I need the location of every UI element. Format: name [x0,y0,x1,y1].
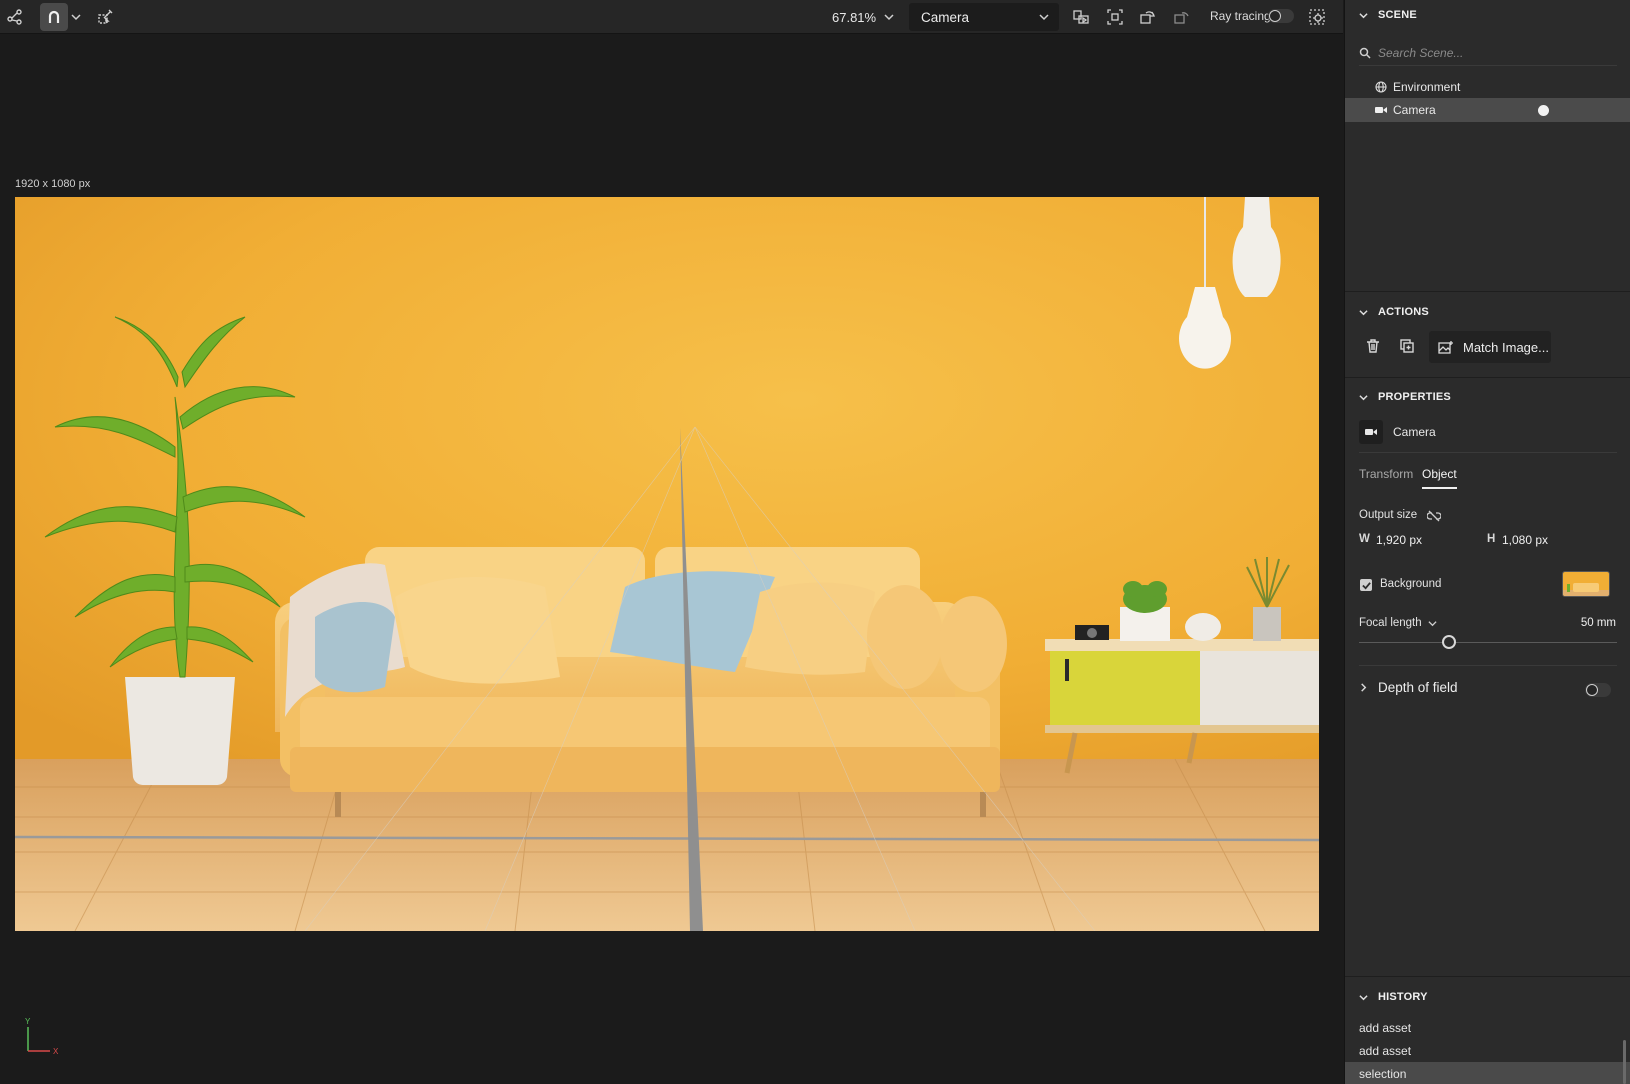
chevron-down-icon [884,14,894,21]
chevron-right-icon [1361,683,1367,692]
zoom-dropdown[interactable]: 67.81% [822,4,900,30]
zoom-value: 67.81% [832,9,877,25]
camera-select[interactable]: Camera [909,3,1059,31]
scene-item-environment[interactable]: Environment [1345,75,1630,99]
chevron-down-icon [1359,12,1368,18]
globe-icon [1375,81,1387,93]
match-image-button[interactable]: Match Image... [1429,331,1551,363]
magic-select-icon[interactable] [92,3,118,31]
focal-length-slider-handle[interactable] [1442,635,1457,649]
output-size-label: Output size [1359,509,1418,521]
share-icon[interactable] [2,3,28,31]
trash-icon [1367,339,1379,353]
width-field[interactable]: 1,920 px [1376,533,1422,547]
camera-bookmark-icon[interactable] [1068,3,1094,31]
camera-select-value: Camera [921,9,970,25]
focal-length-dropdown[interactable]: Focal length [1359,617,1437,629]
chevron-down-icon[interactable] [68,3,84,31]
divider [1345,976,1630,977]
actions-section-header[interactable]: ACTIONS [1359,306,1429,318]
history-section-header[interactable]: HISTORY [1359,991,1428,1003]
video-camera-icon [1375,107,1387,113]
scene-item-label: Environment [1393,80,1461,94]
ray-tracing-toggle[interactable] [1268,9,1294,23]
depth-of-field-label: Depth of field [1378,680,1458,695]
duplicate-button[interactable] [1393,332,1421,360]
top-toolbar: 67.81% Camera Ray tracing [0,0,1343,34]
axis-gizmo: Y X [22,1015,62,1056]
divider [1345,377,1630,378]
canvas-size-label: 1920 x 1080 px [15,178,91,190]
duplicate-icon [1400,339,1414,353]
background-checkbox[interactable] [1360,579,1372,591]
scene-item-label: Camera [1393,103,1436,117]
width-label: W [1359,533,1370,545]
tab-transform[interactable]: Transform [1359,467,1413,487]
tab-object[interactable]: Object [1422,467,1457,489]
viewport[interactable]: 1920 x 1080 px Y X [0,35,1343,1084]
chevron-down-icon [1039,14,1049,21]
properties-section-header[interactable]: PROPERTIES [1359,391,1451,403]
video-camera-icon [1359,420,1383,444]
history-item[interactable]: add asset [1345,1039,1630,1062]
divider [1359,665,1617,666]
snap-magnet-button[interactable] [40,3,68,31]
properties-title: PROPERTIES [1378,391,1451,403]
divider [1359,452,1617,453]
background-thumbnail[interactable] [1562,571,1610,597]
depth-of-field-toggle[interactable] [1585,683,1611,697]
image-match-icon [1438,341,1453,354]
render-settings-icon[interactable] [1303,3,1331,31]
match-image-label: Match Image... [1463,339,1549,355]
focal-length-value: 50 mm [1580,617,1616,629]
background-label: Background [1380,578,1442,590]
height-label: H [1487,533,1496,545]
search-input[interactable] [1378,45,1598,60]
depth-of-field-header[interactable]: Depth of field [1359,680,1458,695]
unlink-icon[interactable] [1427,510,1441,522]
history-title: HISTORY [1378,991,1428,1003]
visibility-toggle[interactable] [1538,105,1549,116]
search-icon [1359,47,1371,59]
axis-y-label: Y [25,1017,31,1026]
chevron-down-icon [1428,620,1437,626]
delete-button[interactable] [1359,332,1387,360]
height-field[interactable]: 1,080 px [1502,533,1548,547]
property-target-label: Camera [1393,425,1436,439]
chevron-down-icon [1359,394,1368,400]
actions-title: ACTIONS [1378,306,1429,318]
living-room-scene-image [15,197,1319,931]
ray-tracing-label: Ray tracing [1210,9,1271,23]
rotate-camera-icon[interactable] [1134,3,1160,31]
reset-camera-icon[interactable] [1168,3,1194,31]
divider [1345,291,1630,292]
panel-scrollbar[interactable] [1623,1040,1626,1084]
scene-title: SCENE [1378,9,1417,21]
scene-render[interactable] [15,197,1319,931]
frame-selection-icon[interactable] [1102,3,1128,31]
scene-search[interactable] [1359,40,1617,66]
chevron-down-icon [1359,994,1368,1000]
history-item-current[interactable]: selection [1345,1062,1630,1084]
axis-x-label: X [53,1047,59,1055]
focal-length-label: Focal length [1359,617,1422,629]
checkmark-icon [1361,581,1371,590]
scene-item-camera[interactable]: Camera [1345,98,1630,122]
focal-length-slider[interactable] [1359,642,1617,643]
right-panel: SCENE Environment Camera ACTIONS Match I… [1344,0,1630,1084]
history-item[interactable]: add asset [1345,1016,1630,1039]
property-target: Camera [1359,420,1436,444]
chevron-down-icon [1359,309,1368,315]
scene-section-header[interactable]: SCENE [1359,9,1417,21]
